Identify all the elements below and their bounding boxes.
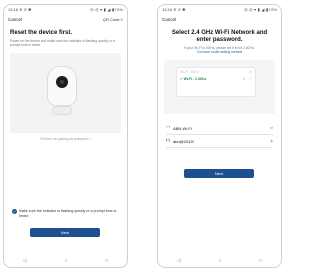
wifi-selector-illustration: Wi-Fi - 5Ghz ✕ ✓ Wi-Fi - 2.4Ghz ≋ ◦ ⓘ: [164, 60, 275, 115]
recent-apps-icon[interactable]: □: [259, 258, 262, 264]
router-setting-link[interactable]: Common router setting method: [197, 50, 242, 54]
switch-network-icon[interactable]: ⇄: [270, 126, 273, 130]
wifi-icon: ◠: [166, 125, 171, 132]
next-button[interactable]: Next: [184, 169, 254, 178]
checkbox-label: Make sure the indicator is flashing quic…: [19, 209, 117, 218]
wifi-list: Wi-Fi - 5Ghz ✕ ✓ Wi-Fi - 2.4Ghz ≋ ◦ ⓘ: [177, 68, 255, 97]
back-icon[interactable]: ◁: [23, 258, 27, 264]
wifi-list-item-selected[interactable]: ✓ Wi-Fi - 2.4Ghz ≋ ◦ ⓘ: [177, 75, 255, 82]
password-value[interactable]: abn@2019!: [173, 139, 270, 144]
status-bar: 13:16 ≋ ⊙ ✱ ◎ ◎ ▾ ▮ ◢ ▮74%: [158, 5, 281, 14]
status-indicators: ◎ ◎ ▾ ▮ ◢ ▮74%: [90, 7, 123, 12]
page-description: Power on the device and make sure the in…: [10, 39, 115, 48]
phone-screen-reset: 13:16 ≋ ⊙ ✱ ◎ ◎ ▾ ▮ ◢ ▮74% Cancel QR Cod…: [3, 4, 128, 268]
next-button[interactable]: Next: [30, 228, 100, 237]
recent-apps-icon[interactable]: □: [105, 258, 108, 264]
wifi-name-field[interactable]: ◠ ABN Wi-Fi ⇄: [166, 122, 273, 136]
status-time: 13:16 ≋ ⊙ ✱: [8, 7, 32, 12]
show-password-icon[interactable]: ◉: [270, 139, 273, 143]
app-bar: Cancel QR Code ≡: [4, 14, 127, 24]
wifi-list-item[interactable]: [177, 82, 255, 89]
net-pairing-link[interactable]: Perform net pairing as prompted >: [4, 137, 127, 141]
wifi-list-item[interactable]: [177, 89, 255, 96]
camera-lens-icon: [56, 76, 68, 89]
status-time: 13:16 ≋ ⊙ ✱: [162, 7, 186, 12]
system-nav-bar: ◁ ○ □: [158, 258, 281, 264]
qr-code-button[interactable]: QR Code ≡: [103, 17, 123, 22]
cancel-button[interactable]: Cancel: [162, 17, 176, 22]
app-bar: Cancel: [158, 14, 281, 24]
page-title: Reset the device first.: [10, 30, 73, 36]
back-icon[interactable]: ◁: [177, 258, 181, 264]
phone-screen-wifi: 13:16 ≋ ⊙ ✱ ◎ ◎ ▾ ▮ ◢ ▮74% Cancel Select…: [157, 4, 282, 268]
wifi-list-item[interactable]: Wi-Fi - 5Ghz ✕: [177, 68, 255, 75]
home-icon[interactable]: ○: [64, 258, 67, 264]
status-indicators: ◎ ◎ ▾ ▮ ◢ ▮74%: [244, 7, 277, 12]
system-nav-bar: ◁ ○ □: [4, 258, 127, 264]
check-icon[interactable]: ✓: [12, 209, 17, 214]
lock-icon: ⊓: [166, 138, 170, 145]
home-icon[interactable]: ○: [218, 258, 221, 264]
camera-icon: [48, 67, 76, 106]
camera-stand-icon: [53, 107, 71, 115]
confirm-indicator-checkbox-row[interactable]: ✓ Make sure the indicator is flashing qu…: [12, 209, 119, 218]
device-illustration: [10, 53, 121, 134]
status-bar: 13:16 ≋ ⊙ ✱ ◎ ◎ ▾ ▮ ◢ ▮74%: [4, 5, 127, 14]
wifi-name-value[interactable]: ABN Wi-Fi: [173, 126, 270, 131]
password-field[interactable]: ⊓ abn@2019! ◉: [166, 135, 273, 149]
page-description: If your Wi-Fi is 5GHz, please set it to …: [164, 46, 275, 54]
page-title: Select 2.4 GHz Wi-Fi Network and enter p…: [171, 30, 268, 43]
cancel-button[interactable]: Cancel: [8, 17, 22, 22]
